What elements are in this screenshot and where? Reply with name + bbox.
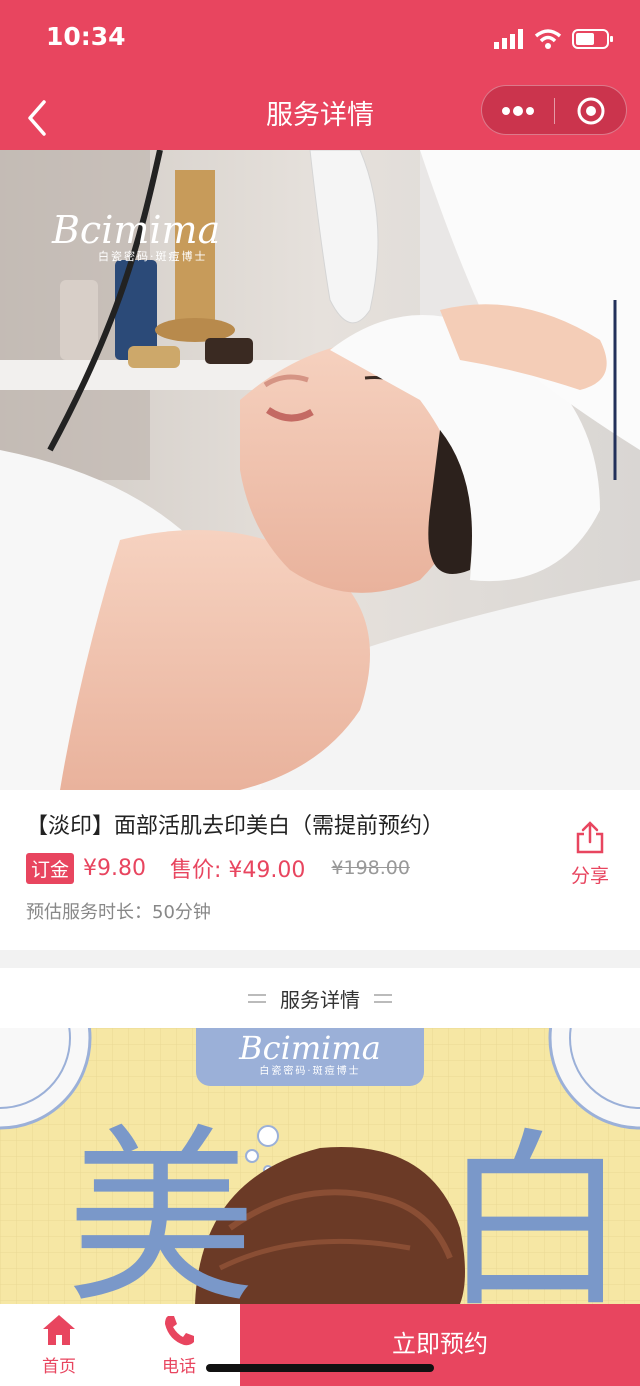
poster-char-left: 美	[66, 1108, 257, 1305]
signal-icon	[494, 29, 523, 49]
sale-price: 售价: ¥49.00	[170, 858, 306, 883]
share-icon	[576, 821, 604, 854]
phone-icon	[165, 1316, 194, 1346]
battery-icon	[572, 29, 613, 49]
product-name: 【淡印】面部活肌去印美白（需提前预约）	[26, 814, 445, 839]
hero-image: Bcimima 白瓷密码·斑痘博士	[0, 150, 640, 790]
service-duration: 预估服务时长：50分钟	[26, 902, 211, 923]
bottom-tab-bar: 首页 电话 立即预约	[0, 1304, 640, 1386]
tab-phone-label: 电话	[162, 1357, 196, 1377]
capsule-divider	[554, 98, 555, 124]
deposit-tag: 订金	[26, 852, 75, 884]
home-indicator	[206, 1364, 434, 1372]
miniprogram-capsule	[481, 85, 627, 135]
deposit-value: ¥9.80	[83, 855, 146, 881]
detail-poster-image: Bcimima 白瓷密码·斑痘博士 美 白	[0, 1028, 640, 1304]
hero-brand-logo: Bcimima 白瓷密码·斑痘博士	[52, 208, 220, 264]
poster-brand-logo: Bcimima 白瓷密码·斑痘博士	[196, 1028, 424, 1086]
status-bar: 10:34	[0, 0, 640, 80]
product-info-card: 【淡印】面部活肌去印美白（需提前预约） 订金 ¥9.80 售价: ¥49.00 …	[0, 790, 640, 950]
close-miniprogram-icon[interactable]	[575, 95, 607, 127]
tab-home[interactable]: 首页	[24, 1312, 94, 1377]
details-section-title: 服务详情	[280, 988, 360, 1012]
nav-bar: 服务详情	[0, 80, 640, 150]
tab-phone[interactable]: 电话	[144, 1312, 214, 1377]
share-label: 分享	[570, 865, 609, 887]
right-divider-icon	[374, 994, 392, 1003]
more-icon[interactable]	[500, 100, 536, 122]
status-icons	[494, 28, 614, 50]
hero-brand-script: Bcimima	[52, 208, 221, 252]
original-price: ¥198.00	[331, 857, 410, 879]
home-icon	[43, 1315, 75, 1345]
tab-home-label: 首页	[42, 1357, 76, 1377]
book-now-button[interactable]: 立即预约	[240, 1304, 640, 1386]
wifi-icon	[534, 29, 562, 49]
poster-brand-sub: 白瓷密码·斑痘博士	[259, 1066, 361, 1077]
status-time: 10:34	[46, 22, 126, 51]
price-row: 订金 ¥9.80 售价: ¥49.00 ¥198.00	[26, 852, 410, 884]
share-button[interactable]: 分享	[564, 820, 616, 888]
poster-char-right: 白	[440, 1112, 631, 1305]
details-section-header: 服务详情	[0, 968, 640, 1028]
